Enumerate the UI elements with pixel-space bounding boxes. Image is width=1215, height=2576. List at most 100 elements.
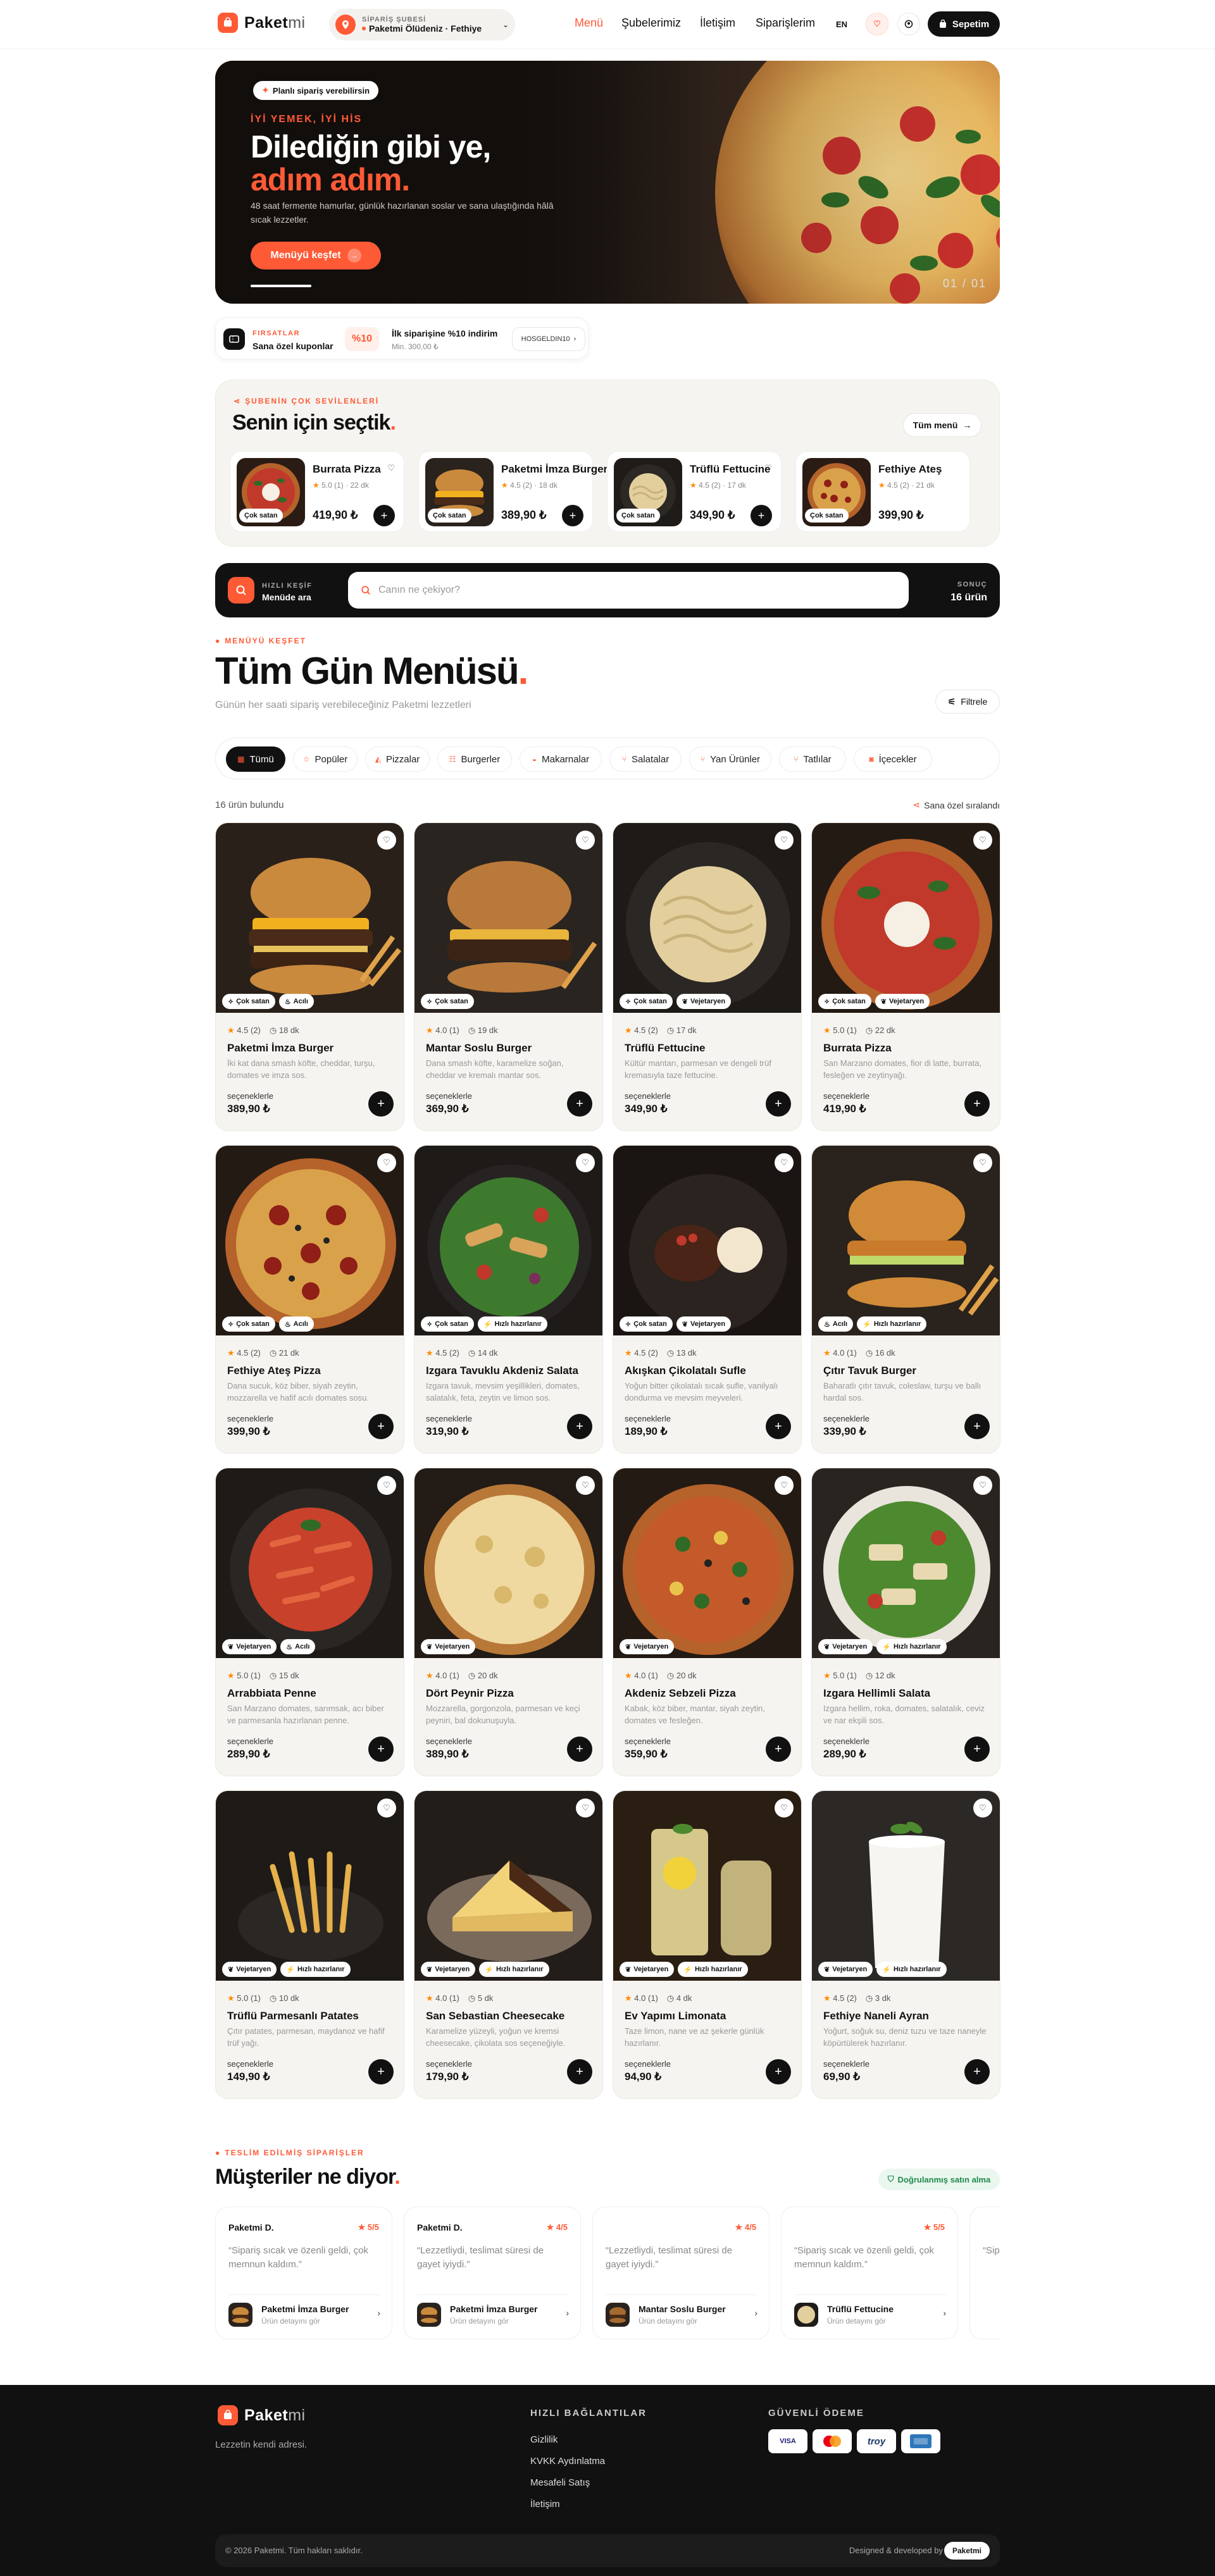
heart-icon[interactable]: ♡ bbox=[377, 1799, 396, 1817]
heart-icon[interactable]: ♡ bbox=[973, 1476, 992, 1495]
product-card[interactable]: ♡ ✧ Çok satan ❦ Vejetaryen ★ 5.0 (1) ◷ 22 dk Bu… bbox=[811, 822, 1000, 1131]
add-to-cart-button[interactable]: + bbox=[567, 1414, 592, 1439]
add-to-cart-button[interactable]: + bbox=[766, 1414, 791, 1439]
heart-icon[interactable]: ♡ bbox=[387, 463, 395, 473]
tab-salads[interactable]: ⑂ Salatalar bbox=[609, 746, 682, 772]
tab-pizzas[interactable]: ◭ Pizzalar bbox=[365, 746, 430, 772]
product-card[interactable]: ♡ ✧ Çok satan ♨ Acılı ★ 4.5 (2) ◷ 21 dk Fethiye… bbox=[215, 1145, 404, 1454]
heart-icon[interactable]: ♡ bbox=[973, 831, 992, 850]
add-to-cart-button[interactable]: + bbox=[567, 1737, 592, 1762]
nav-orders[interactable]: Siparişlerim bbox=[756, 16, 815, 30]
heart-icon[interactable]: ♡ bbox=[576, 1799, 595, 1817]
picked-card[interactable]: Çok satan Burrata Pizza ♡ ★ 5.0 (1) · 22… bbox=[230, 451, 404, 532]
result-label: SONUÇ bbox=[957, 581, 987, 588]
product-card[interactable]: ♡ ✧ Çok satan ❦ Vejetaryen ★ 4.5 (2) ◷ 13 dk Ak… bbox=[613, 1145, 802, 1454]
product-card[interactable]: ♡ ✧ Çok satan ♨ Acılı ★ 4.5 (2) ◷ 18 dk Paketmi… bbox=[215, 822, 404, 1131]
filter-button[interactable]: ⚟ Filtrele bbox=[935, 690, 1000, 714]
product-card[interactable]: ♡ ❦ Vejetaryen ⚡ Hızlı hazırlanır ★ 4.0 (1) ◷ … bbox=[414, 1790, 603, 2099]
add-to-cart-button[interactable]: + bbox=[567, 2059, 592, 2084]
tab-drinks[interactable]: ◙ İçecekler bbox=[854, 746, 932, 772]
add-to-cart-button[interactable]: + bbox=[766, 2059, 791, 2084]
nav-contact[interactable]: İletişim bbox=[700, 16, 735, 30]
product-price: 419,90 ₺ bbox=[823, 1103, 866, 1115]
product-card[interactable]: ♡ ❦ Vejetaryen ⚡ Hızlı hazırlanır ★ 5.0 (1) ◷ … bbox=[811, 1468, 1000, 1776]
review-quote: “Sipariş sıcak ve özenli geldi, çok memn… bbox=[794, 2245, 934, 2270]
heart-icon[interactable]: ♡ bbox=[973, 1799, 992, 1817]
add-to-cart-button[interactable]: + bbox=[567, 1091, 592, 1117]
tab-all[interactable]: ▦ Tümü bbox=[226, 746, 285, 772]
picked-card[interactable]: Çok satan Trüflü Fettucine ♡ ★ 4.5 (2) ·… bbox=[607, 451, 782, 532]
add-to-cart-button[interactable]: + bbox=[766, 1737, 791, 1762]
picked-carousel[interactable]: Çok satan Burrata Pizza ♡ ★ 5.0 (1) · 22… bbox=[230, 380, 987, 547]
nav-branches[interactable]: Şubelerimiz bbox=[621, 16, 681, 30]
branch-selector[interactable]: SİPARİŞ ŞUBESİ Paketmi Ölüdeniz · Fethiy… bbox=[329, 9, 515, 40]
review-product-link[interactable]: Paketmi İmza Burger Ürün detayını gör › bbox=[417, 2294, 569, 2327]
tab-burgers[interactable]: ☷ Burgerler bbox=[437, 746, 512, 772]
nav-menu[interactable]: Menü bbox=[575, 16, 603, 30]
footer-logo[interactable]: Paketmi bbox=[218, 2405, 306, 2425]
sort-dropdown[interactable]: ⋖ Sana özel sıralandı bbox=[913, 800, 1000, 810]
favorites-button[interactable]: ♡ bbox=[866, 13, 888, 35]
brand-logo[interactable]: Paketmi bbox=[218, 13, 306, 33]
product-card[interactable]: ♡ ❦ Vejetaryen ★ 4.0 (1) ◷ 20 dk Dört Peynir … bbox=[414, 1468, 603, 1776]
add-to-cart-button[interactable]: + bbox=[766, 1091, 791, 1117]
heart-icon[interactable]: ♡ bbox=[576, 463, 583, 473]
heart-icon[interactable]: ♡ bbox=[576, 1153, 595, 1172]
heart-icon[interactable]: ♡ bbox=[377, 831, 396, 850]
product-card[interactable]: ♡ ✧ Çok satan ❦ Vejetaryen ★ 4.5 (2) ◷ 17 dk Tr… bbox=[613, 822, 802, 1131]
review-product-link[interactable]: Mantar Soslu Burger Ürün detayını gör › bbox=[606, 2294, 757, 2327]
heart-icon[interactable]: ♡ bbox=[377, 1476, 396, 1495]
product-card[interactable]: ♡ ❦ Vejetaryen ★ 4.0 (1) ◷ 20 dk Akdeniz Sebz… bbox=[613, 1468, 802, 1776]
add-to-cart-button[interactable]: + bbox=[562, 505, 583, 526]
clock-icon: ◷ bbox=[666, 1671, 675, 1680]
footer-link-contact[interactable]: İletişim bbox=[530, 2499, 560, 2510]
product-card[interactable]: ♡ ♨ Acılı ⚡ Hızlı hazırlanır ★ 4.0 (1) ◷ 16 dk… bbox=[811, 1145, 1000, 1454]
explore-menu-button[interactable]: Menüyü keşfet → bbox=[251, 242, 381, 269]
heart-icon[interactable]: ♡ bbox=[775, 1799, 794, 1817]
picked-card[interactable]: Çok satan Paketmi İmza Burger ♡ ★ 4.5 (2… bbox=[418, 451, 608, 532]
tab-sides[interactable]: ⑂ Yan Ürünler bbox=[689, 746, 771, 772]
add-to-cart-button[interactable]: + bbox=[368, 2059, 394, 2084]
search-input[interactable]: Canın ne çekiyor? bbox=[348, 572, 909, 609]
add-to-cart-button[interactable]: + bbox=[373, 505, 395, 526]
footer-link-distance-sales[interactable]: Mesafeli Satış bbox=[530, 2477, 590, 2488]
heart-icon[interactable]: ♡ bbox=[775, 831, 794, 850]
cart-button[interactable]: Sepetim bbox=[928, 11, 1000, 37]
coupon-code-button[interactable]: HOSGELDIN10 › bbox=[512, 327, 585, 351]
footer-link-privacy[interactable]: Gizlilik bbox=[530, 2434, 558, 2445]
product-card[interactable]: ♡ ✧ Çok satan ★ 4.0 (1) ◷ 19 dk Mantar Soslu … bbox=[414, 822, 603, 1131]
add-to-cart-button[interactable]: + bbox=[964, 1737, 990, 1762]
product-card[interactable]: ♡ ❦ Vejetaryen ⚡ Hızlı hazırlanır ★ 5.0 (1) ◷ … bbox=[215, 1790, 404, 2099]
review-product-link[interactable]: Paketmi İmza Burger Ürün detayını gör › bbox=[228, 2294, 380, 2327]
add-to-cart-button[interactable]: + bbox=[964, 1414, 990, 1439]
footer-link-kvkk[interactable]: KVKK Aydınlatma bbox=[530, 2456, 605, 2467]
heart-icon[interactable]: ♡ bbox=[377, 1153, 396, 1172]
product-card[interactable]: ♡ ❦ Vejetaryen ♨ Acılı ★ 5.0 (1) ◷ 15 dk Arrabb… bbox=[215, 1468, 404, 1776]
product-card[interactable]: ♡ ❦ Vejetaryen ⚡ Hızlı hazırlanır ★ 4.0 (1) ◷ … bbox=[613, 1790, 802, 2099]
clock-icon: ◷ bbox=[865, 1993, 873, 2003]
tab-pastas[interactable]: ◒ Makarnalar bbox=[520, 746, 602, 772]
heart-icon[interactable]: ♡ bbox=[576, 1476, 595, 1495]
heart-icon[interactable]: ♡ bbox=[775, 1476, 794, 1495]
heart-icon[interactable]: ♡ bbox=[973, 1153, 992, 1172]
heart-icon[interactable]: ♡ bbox=[775, 1153, 794, 1172]
add-to-cart-button[interactable]: + bbox=[751, 505, 772, 526]
product-card[interactable]: ♡ ❦ Vejetaryen ⚡ Hızlı hazırlanır ★ 4.5 (2) ◷ … bbox=[811, 1790, 1000, 2099]
designer-badge[interactable]: Paketmi bbox=[944, 2542, 990, 2560]
review-product-link[interactable]: Trüflü Fettucine Ürün detayını gör › bbox=[794, 2294, 946, 2327]
add-to-cart-button[interactable]: + bbox=[368, 1414, 394, 1439]
product-card[interactable]: ♡ ✧ Çok satan ⚡ Hızlı hazırlanır ★ 4.5 (2) ◷ 1… bbox=[414, 1145, 603, 1454]
heart-icon[interactable]: ♡ bbox=[576, 831, 595, 850]
language-toggle[interactable]: EN bbox=[830, 13, 853, 35]
product-meta: ★ 5.0 (1) ◷ 22 dk bbox=[823, 1025, 895, 1035]
add-to-cart-button[interactable]: + bbox=[964, 1091, 990, 1117]
tab-popular[interactable]: ☆ Popüler bbox=[293, 746, 358, 772]
add-to-cart-button[interactable]: + bbox=[964, 2059, 990, 2084]
heart-icon[interactable]: ♡ bbox=[764, 463, 772, 473]
slider-progress[interactable] bbox=[251, 285, 311, 287]
tab-desserts[interactable]: ⑂ Tatlılar bbox=[779, 746, 846, 772]
add-to-cart-button[interactable]: + bbox=[368, 1737, 394, 1762]
add-to-cart-button[interactable]: + bbox=[368, 1091, 394, 1117]
picked-card[interactable]: Çok satan Fethiye Ateş ★ 4.5 (2) · 21 dk… bbox=[795, 451, 970, 532]
account-button[interactable] bbox=[897, 13, 920, 35]
